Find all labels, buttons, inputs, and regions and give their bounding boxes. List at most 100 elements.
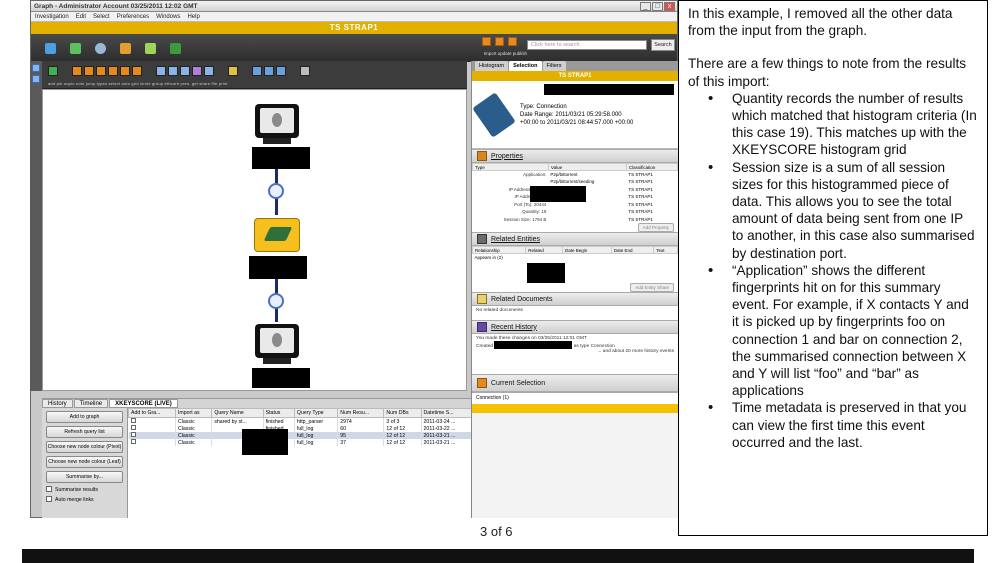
appears-in-row[interactable]: Appears in (2) xyxy=(473,254,678,262)
table-row[interactable]: Quantity: 19 TS STRAP1 xyxy=(473,208,678,216)
explanation-note: In this example, I removed all the other… xyxy=(678,0,988,536)
note-bullets: Quantity records the number of results w… xyxy=(688,90,978,451)
property-class: TS STRAP1 xyxy=(628,216,653,222)
properties-table: Type Value Classification Application: P2… xyxy=(472,163,679,232)
menu-preferences[interactable]: Preferences xyxy=(117,14,149,20)
table-header-row: Relationship Related Date Begin Date End… xyxy=(471,246,678,254)
property-key xyxy=(473,178,549,186)
menu-edit[interactable]: Edit xyxy=(76,14,86,20)
column-header[interactable]: Classification xyxy=(625,163,679,171)
column-header[interactable]: Date End xyxy=(610,246,655,254)
history-line: Created as type Connection xyxy=(476,341,674,349)
note-intro: In this example, I removed all the other… xyxy=(688,6,953,39)
property-class: TS STRAP1 xyxy=(628,194,653,200)
window-titlebar: Graph - Administrator Account 03/25/2011… xyxy=(31,1,677,12)
table-header-row: Type Value Classification xyxy=(472,163,679,171)
selection-icon xyxy=(477,378,487,388)
property-value: P2p/bittorrent/seeding xyxy=(550,179,595,185)
property-value: P2p/bittorrent xyxy=(550,172,578,177)
column-header[interactable]: Type xyxy=(472,163,549,171)
map-icon[interactable] xyxy=(170,42,181,54)
property-key: Session Size: 1794 B xyxy=(503,216,547,222)
related-documents-title: Related Documents xyxy=(491,295,553,303)
properties-title: Properties xyxy=(491,152,523,160)
main-toolbar: Import update publish Click here to sear… xyxy=(31,34,677,62)
window-controls: _ □ x xyxy=(640,2,675,11)
publish-icon[interactable] xyxy=(508,37,517,46)
save-icon[interactable] xyxy=(45,42,56,54)
window-title: Graph - Administrator Account 03/25/2011… xyxy=(34,2,198,10)
column-header[interactable]: Date Begin xyxy=(561,246,612,254)
redacted-ip xyxy=(530,186,586,202)
history-more[interactable]: ... and about 20 more history events xyxy=(476,349,674,354)
page-number: 3 of 6 xyxy=(480,524,513,539)
current-selection-title: Current Selection xyxy=(491,379,546,387)
column-header[interactable]: Relationship xyxy=(471,246,527,254)
menu-bar: Investigation Edit Select Preferences Wi… xyxy=(31,12,677,22)
tab-selection[interactable]: Selection xyxy=(509,61,542,71)
add-link-button[interactable]: Add Entity Share xyxy=(630,283,674,292)
history-created: Created xyxy=(476,344,494,349)
redacted-entity xyxy=(494,341,573,349)
connection-plug-icon xyxy=(472,92,516,138)
selection-summary: Type: Connection Date Range: 2011/03/21 … xyxy=(472,81,678,149)
tab-histogram[interactable]: Histogram xyxy=(475,61,509,71)
related-entities-header[interactable]: Related Entities xyxy=(472,232,678,246)
calendar-icon[interactable] xyxy=(145,42,156,54)
redacted-title xyxy=(544,84,674,95)
related-documents-header[interactable]: Related Documents xyxy=(472,292,678,306)
list-item: Time metadata is preserved in that you c… xyxy=(688,399,978,451)
go-arrow-icon[interactable] xyxy=(70,42,81,54)
property-value xyxy=(548,208,626,216)
column-header[interactable]: Value xyxy=(547,163,627,171)
table-row[interactable]: Application: P2p/bittorrent TS STRAP1 xyxy=(473,171,678,179)
current-selection-item[interactable]: Connection (1) xyxy=(472,392,678,404)
summary-lines: Type: Connection Date Range: 2011/03/21 … xyxy=(520,103,633,127)
refresh-icon[interactable] xyxy=(95,42,106,54)
date-range-line: +00:00 to 2011/03/21 08:44:57.000 +00:00 xyxy=(520,120,634,126)
menu-windows[interactable]: Windows xyxy=(156,14,180,20)
table-row[interactable]: Appears in (2) xyxy=(473,254,678,262)
related-entities-table: Relationship Related Date Begin Date End… xyxy=(471,246,678,292)
minimize-button[interactable]: _ xyxy=(640,2,651,11)
panel-classification: TS STRAP1 xyxy=(472,71,678,81)
maximize-button[interactable]: □ xyxy=(652,2,663,11)
selected-item-bar[interactable] xyxy=(472,404,678,413)
property-class: TS STRAP1 xyxy=(628,179,653,185)
search-button[interactable]: Search xyxy=(651,39,675,51)
menu-investigation[interactable]: Investigation xyxy=(35,14,69,20)
close-button[interactable]: x xyxy=(664,2,675,11)
chart-icon[interactable] xyxy=(120,42,131,54)
add-property-button[interactable]: Add Property xyxy=(637,223,674,232)
list-item: Session size is a sum of all session siz… xyxy=(688,159,978,262)
menu-select[interactable]: Select xyxy=(93,14,110,20)
footer-bar xyxy=(22,549,974,563)
tab-filters[interactable]: Filters xyxy=(542,61,566,71)
panel-tab-bar: Histogram Selection Filters xyxy=(472,61,678,71)
column-header[interactable]: Related xyxy=(525,246,563,254)
import-icon[interactable] xyxy=(482,37,491,46)
note-lead: There are a few things to note from the … xyxy=(688,56,967,89)
slide-page: Graph - Administrator Account 03/25/2011… xyxy=(0,0,1000,563)
update-icon[interactable] xyxy=(495,37,504,46)
property-key: Quantity: 19 xyxy=(522,209,547,215)
recent-history-title: Recent History xyxy=(491,323,537,331)
properties-header[interactable]: Properties xyxy=(472,149,678,163)
table-row[interactable]: Session Size: 1794 B TS STRAP1 xyxy=(473,216,678,224)
related-entities-title: Related Entities xyxy=(491,235,541,243)
property-class: TS STRAP1 xyxy=(628,201,653,207)
list-item: Quantity records the number of results w… xyxy=(688,90,978,159)
type-line: Type: Connection xyxy=(520,104,567,110)
search-input[interactable]: Click here to search xyxy=(527,40,647,50)
recent-history-header[interactable]: Recent History xyxy=(472,320,678,334)
no-documents-text: No related documents xyxy=(472,306,678,320)
column-header[interactable]: Text xyxy=(653,246,678,254)
recent-history-body: You made these changes on 03/25/2011 12:… xyxy=(472,334,678,374)
table-row[interactable]: P2p/bittorrent/seeding TS STRAP1 xyxy=(473,178,678,186)
redacted-entity xyxy=(527,263,565,283)
add-property-row: Add Property xyxy=(472,223,678,232)
selection-panel: Histogram Selection Filters TS STRAP1 Ty… xyxy=(471,61,679,518)
list-item: “Application” shows the different finger… xyxy=(688,262,978,400)
menu-help[interactable]: Help xyxy=(187,14,199,20)
current-selection-header[interactable]: Current Selection xyxy=(472,374,678,392)
